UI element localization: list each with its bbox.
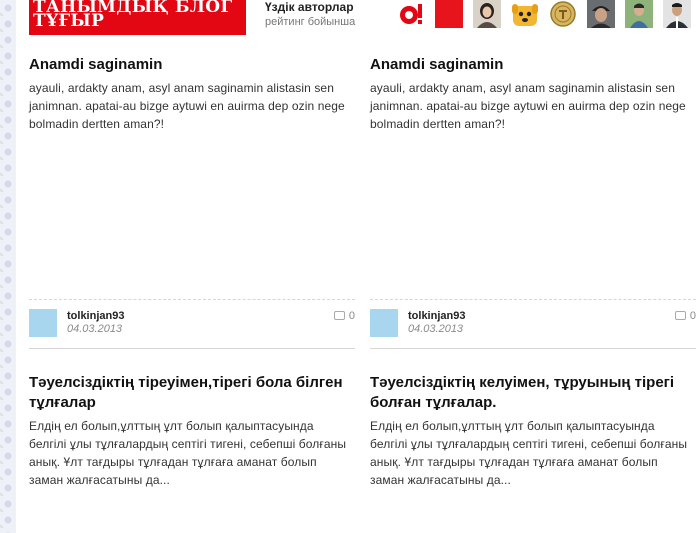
post-meta: tolkinjan93 04.03.2013 0	[370, 299, 696, 349]
coin-emblem-icon	[549, 0, 577, 28]
comment-icon	[333, 311, 345, 320]
author-avatar-boy-cap[interactable]	[587, 0, 615, 28]
post-date: 04.03.2013	[408, 323, 464, 335]
comment-icon	[674, 311, 686, 320]
boy-cap-portrait-icon	[587, 0, 615, 28]
red-logo-icon	[397, 0, 425, 28]
cartoon-dog-icon	[511, 0, 539, 28]
comments-count[interactable]: 0	[333, 310, 355, 322]
author-avatar-red-square[interactable]	[435, 0, 463, 28]
post-title[interactable]: Anamdi saginamin	[29, 55, 353, 75]
logo-text: ТАНЫМДЫҚ БЛОГ ТҰҒЫР	[33, 0, 233, 31]
comments-count[interactable]: 0	[674, 310, 696, 322]
post-excerpt: Елдің ел болып,ұлттың ұлт болып қалыптас…	[370, 419, 688, 487]
post-card: Тәуелсіздіктің тіреуімен,тірегі бола біл…	[29, 373, 353, 489]
post-author[interactable]: tolkinjan93	[67, 310, 124, 322]
post-meta: tolkinjan93 04.03.2013 0	[29, 299, 355, 349]
post-excerpt: Елдің ел болып,ұлттың ұлт болып қалыптас…	[29, 419, 347, 487]
top-authors-subtitle[interactable]: рейтинг бойынша	[265, 15, 355, 29]
girl-portrait-icon	[473, 0, 501, 28]
header: ТАНЫМДЫҚ БЛОГ ТҰҒЫР Үздік авторлар рейти…	[29, 0, 700, 36]
top-authors-block: Үздік авторлар рейтинг бойынша	[265, 0, 355, 29]
author-avatar-coin[interactable]	[549, 0, 577, 28]
author-avatar-cartoon-dog[interactable]	[511, 0, 539, 28]
post-excerpt: ayauli, ardakty anam, asyl anam saginami…	[370, 81, 686, 131]
post-title[interactable]: Тәуелсіздіктің келуімен, тұруының тірегі…	[370, 373, 694, 413]
post-title[interactable]: Anamdi saginamin	[370, 55, 694, 75]
top-authors-title[interactable]: Үздік авторлар	[265, 0, 355, 14]
side-pattern-decoration	[0, 0, 16, 533]
post-title[interactable]: Тәуелсіздіктің тіреуімен,тірегі бола біл…	[29, 373, 353, 413]
boy-green-portrait-icon	[625, 0, 653, 28]
author-avatar-man-suit[interactable]	[663, 0, 691, 28]
post-author[interactable]: tolkinjan93	[408, 310, 465, 322]
user-avatar[interactable]	[29, 309, 57, 337]
author-avatar-boy-green[interactable]	[625, 0, 653, 28]
man-suit-portrait-icon	[663, 0, 691, 28]
post-excerpt: ayauli, ardakty anam, asyl anam saginami…	[29, 81, 345, 131]
user-avatar[interactable]	[370, 309, 398, 337]
post-card: Anamdi saginamin ayauli, ardakty anam, a…	[29, 55, 353, 133]
author-avatar-red-logo[interactable]	[397, 0, 425, 28]
comments-number: 0	[689, 310, 696, 322]
site-logo[interactable]: ТАНЫМДЫҚ БЛОГ ТҰҒЫР	[29, 0, 246, 35]
post-card: Тәуелсіздіктің келуімен, тұруының тірегі…	[370, 373, 694, 489]
author-avatar-girl[interactable]	[473, 0, 501, 28]
comments-number: 0	[348, 310, 355, 322]
post-date: 04.03.2013	[67, 323, 123, 335]
post-card: Anamdi saginamin ayauli, ardakty anam, a…	[370, 55, 694, 133]
